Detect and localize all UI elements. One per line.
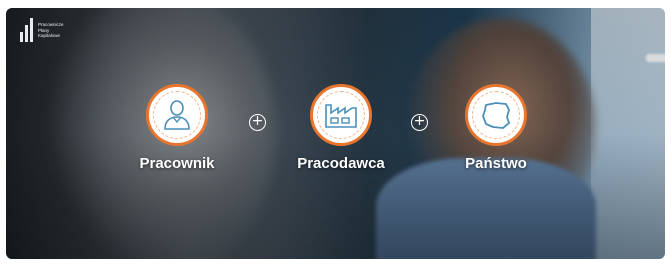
logo-line-3: Kapitałowe xyxy=(38,33,61,38)
logo-bars-icon xyxy=(20,18,34,42)
item-pracownik: Pracownik xyxy=(127,84,227,172)
pracownik-circle xyxy=(146,84,208,146)
panstwo-label: Państwo xyxy=(465,155,527,172)
panstwo-circle xyxy=(465,84,527,146)
item-pracodawca: Pracodawca xyxy=(291,84,391,172)
logo-text: Pracownicze Plany Kapitałowe xyxy=(38,22,78,39)
item-panstwo: Państwo xyxy=(446,84,546,172)
pracownik-label: Pracownik xyxy=(139,155,215,172)
plus-icon-2: + xyxy=(411,114,428,131)
plus-icon-1: + xyxy=(249,114,266,131)
pracodawca-label: Pracodawca xyxy=(297,155,385,172)
pracodawca-circle xyxy=(310,84,372,146)
ppk-logo: Pracownicze Plany Kapitałowe xyxy=(20,18,78,42)
